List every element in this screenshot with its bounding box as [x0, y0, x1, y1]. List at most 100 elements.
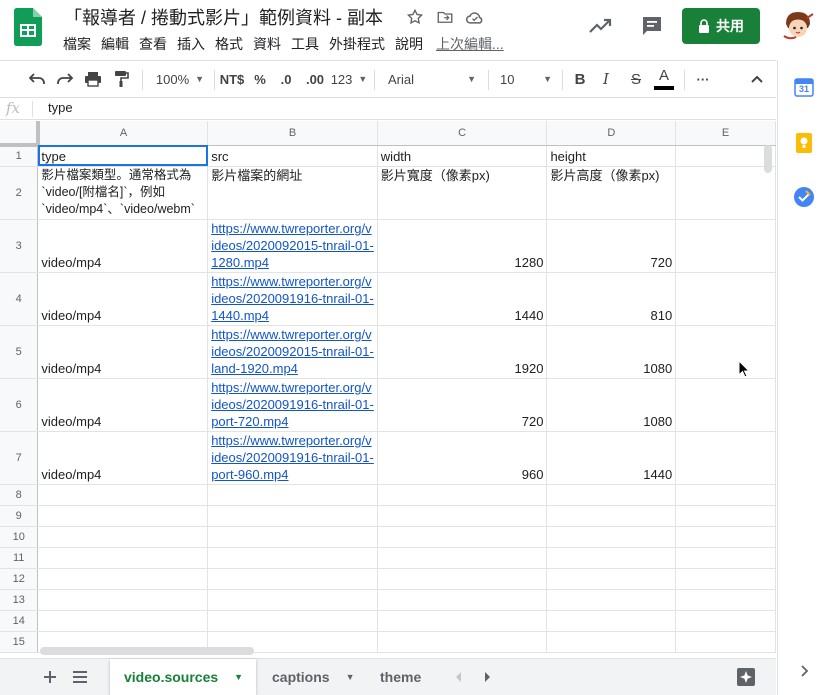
format-percent-button[interactable]: %	[250, 61, 270, 97]
undo-icon[interactable]	[26, 61, 48, 97]
cell-empty[interactable]	[207, 526, 378, 548]
cell-type[interactable]: video/mp4	[37, 272, 209, 326]
font-family-select[interactable]: Arial ▼	[384, 61, 480, 97]
cell-empty[interactable]	[377, 589, 548, 611]
cell-empty[interactable]	[377, 505, 548, 527]
tasks-icon[interactable]	[793, 186, 815, 208]
cell-empty[interactable]	[675, 610, 776, 632]
menu-file[interactable]: 檔案	[58, 34, 96, 54]
row-header[interactable]: 4	[0, 272, 39, 326]
cell-height[interactable]: 1440	[546, 431, 677, 485]
cell-src-link[interactable]: https://www.twreporter.org/videos/202009…	[207, 431, 378, 485]
share-button[interactable]: 共用	[682, 8, 760, 44]
cell-empty[interactable]	[377, 547, 548, 569]
cell-src-link[interactable]: https://www.twreporter.org/videos/202009…	[207, 325, 378, 379]
row-header[interactable]: 5	[0, 325, 39, 379]
column-header-a[interactable]: A	[37, 121, 209, 146]
last-edit-link[interactable]: 上次編輯...	[434, 34, 506, 54]
decrease-decimal-button[interactable]: .0	[274, 61, 298, 97]
sheet-tab-captions[interactable]: captions ▼	[258, 659, 362, 695]
row-header[interactable]: 6	[0, 378, 39, 432]
text-color-button[interactable]: A	[652, 61, 676, 97]
cell-e1[interactable]	[675, 145, 776, 167]
explore-icon[interactable]	[734, 665, 758, 689]
cell-height[interactable]: 1080	[546, 378, 677, 432]
cell-empty[interactable]	[546, 568, 677, 590]
calendar-icon[interactable]: 31	[793, 76, 815, 98]
cell-empty[interactable]	[37, 547, 209, 569]
cell-empty[interactable]	[207, 547, 378, 569]
cell-empty[interactable]	[675, 325, 776, 379]
cell-type[interactable]: video/mp4	[37, 325, 209, 379]
activity-dashboard-icon[interactable]	[586, 12, 614, 40]
cell-empty[interactable]	[37, 526, 209, 548]
cell-d1[interactable]: height	[546, 145, 677, 167]
cell-empty[interactable]	[37, 505, 209, 527]
cell-c1[interactable]: width	[377, 145, 548, 167]
zoom-select[interactable]: 100% ▼	[150, 61, 210, 97]
format-currency-button[interactable]: NT$	[218, 61, 246, 97]
cell-empty[interactable]	[377, 526, 548, 548]
menu-addons[interactable]: 外掛程式	[324, 34, 390, 54]
row-header[interactable]: 8	[0, 484, 39, 506]
menu-help[interactable]: 說明	[390, 34, 428, 54]
menu-view[interactable]: 查看	[134, 34, 172, 54]
row-header[interactable]: 14	[0, 610, 39, 632]
menu-data[interactable]: 資料	[248, 34, 286, 54]
cell-empty[interactable]	[675, 631, 776, 653]
cell-empty[interactable]	[546, 526, 677, 548]
move-to-folder-icon[interactable]	[434, 6, 456, 28]
cell-width[interactable]: 720	[377, 378, 548, 432]
document-title[interactable]: 「報導者 / 捲動式影片」範例資料 - 副本	[64, 4, 383, 30]
cell-empty[interactable]	[675, 484, 776, 506]
cell-empty[interactable]	[546, 631, 677, 653]
cell-e2[interactable]	[675, 166, 776, 220]
comments-icon[interactable]	[638, 12, 666, 40]
cell-src-link[interactable]: https://www.twreporter.org/videos/202009…	[207, 219, 378, 273]
cell-type[interactable]: video/mp4	[37, 378, 209, 432]
cell-empty[interactable]	[546, 589, 677, 611]
cell-a1[interactable]: type	[37, 145, 209, 167]
cell-empty[interactable]	[675, 219, 776, 273]
cell-b1[interactable]: src	[207, 145, 378, 167]
row-header[interactable]: 10	[0, 526, 39, 548]
cell-width[interactable]: 1280	[377, 219, 548, 273]
menu-edit[interactable]: 編輯	[96, 34, 134, 54]
cell-height[interactable]: 720	[546, 219, 677, 273]
column-header-b[interactable]: B	[207, 121, 378, 146]
sheets-logo-icon[interactable]	[14, 8, 42, 46]
row-header[interactable]: 2	[0, 166, 39, 220]
row-header[interactable]: 1	[0, 145, 39, 167]
sheet-tab-video-sources[interactable]: video.sources ▼	[110, 659, 256, 695]
cell-empty[interactable]	[377, 631, 548, 653]
spreadsheet-grid[interactable]: A B C D E 1 type src width height 2 影片檔案…	[0, 121, 776, 658]
column-header-e[interactable]: E	[675, 121, 776, 146]
strikethrough-button[interactable]: S	[626, 61, 646, 97]
vertical-scrollbar[interactable]	[764, 145, 772, 173]
increase-decimal-button[interactable]: .00	[302, 61, 328, 97]
star-icon[interactable]	[404, 6, 426, 28]
cell-empty[interactable]	[37, 568, 209, 590]
cell-empty[interactable]	[207, 505, 378, 527]
row-header[interactable]: 15	[0, 631, 39, 653]
cell-empty[interactable]	[675, 431, 776, 485]
scroll-tabs-right-icon[interactable]	[476, 665, 500, 689]
expand-side-panel-icon[interactable]	[793, 660, 815, 682]
cell-empty[interactable]	[675, 547, 776, 569]
cloud-saved-icon[interactable]	[464, 6, 486, 28]
cell-empty[interactable]	[37, 589, 209, 611]
sheet-tab-theme[interactable]: theme	[366, 659, 440, 695]
paint-format-icon[interactable]	[110, 61, 132, 97]
cell-empty[interactable]	[546, 484, 677, 506]
more-options-button[interactable]: ···	[690, 61, 716, 97]
cell-empty[interactable]	[675, 378, 776, 432]
bold-button[interactable]: B	[570, 61, 590, 97]
scroll-tabs-left-icon[interactable]	[446, 665, 470, 689]
cell-c2[interactable]: 影片寬度（像素px)	[377, 166, 548, 220]
select-all-corner[interactable]	[0, 121, 40, 147]
collapse-toolbar-icon[interactable]	[746, 61, 768, 97]
cell-empty[interactable]	[377, 568, 548, 590]
cell-empty[interactable]	[546, 505, 677, 527]
row-header[interactable]: 3	[0, 219, 39, 273]
cell-type[interactable]: video/mp4	[37, 219, 209, 273]
